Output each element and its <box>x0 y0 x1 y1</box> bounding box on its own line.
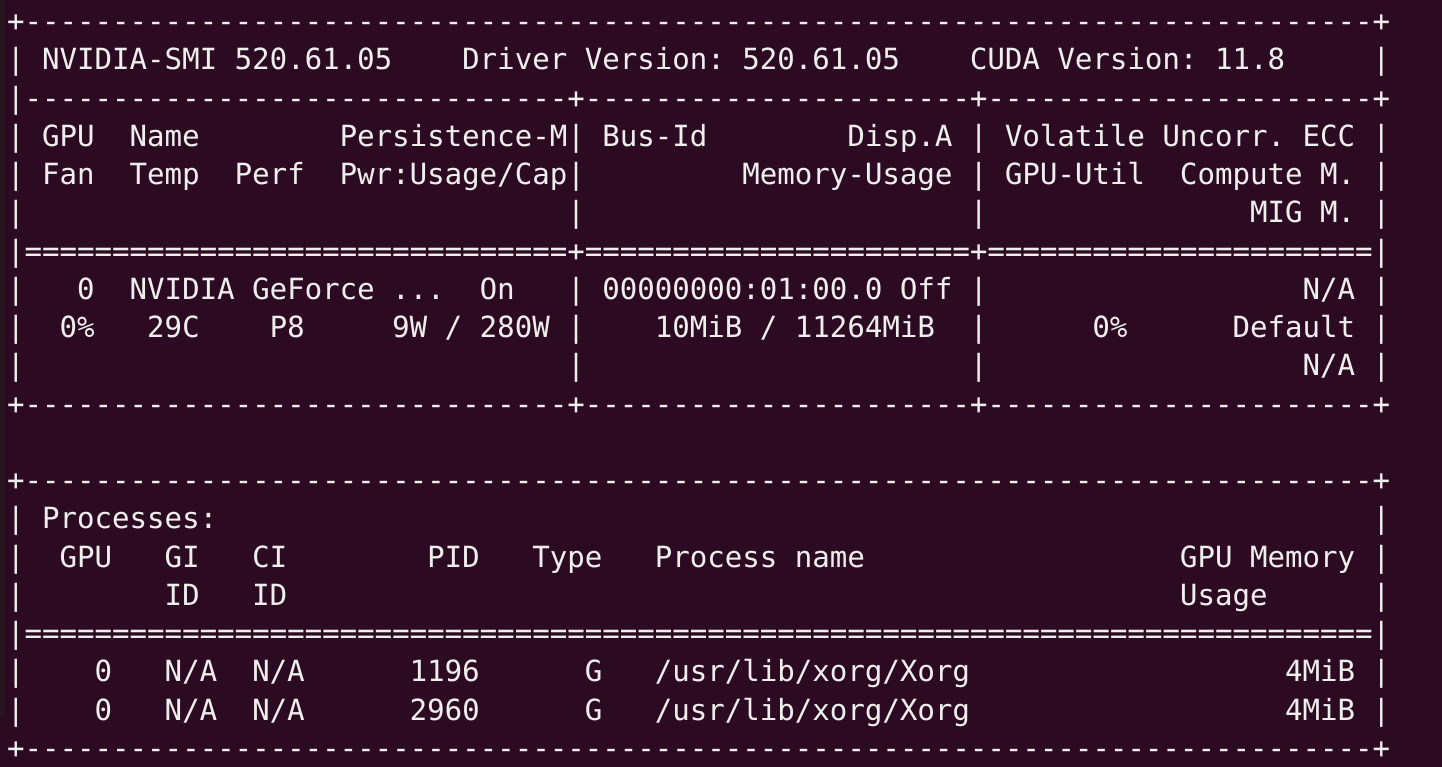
output-line-gpu-header-rule: |===============================+=======… <box>7 233 1391 268</box>
output-line-proc-header-2: | ID ID Usage | <box>7 577 1391 612</box>
table-row-gpu0-line-2: | 0% 29C P8 9W / 280W | 10MiB / 11264MiB… <box>7 310 1391 344</box>
table-row-gpu0-line-3: | | | N/A | <box>7 348 1391 383</box>
output-line-processes-title: | Processes: | <box>7 501 1391 536</box>
output-line-proc-header-1: | GPU GI CI PID Type Process name GPU Me… <box>7 539 1391 574</box>
output-line-versions: | NVIDIA-SMI 520.61.05 Driver Version: 5… <box>7 42 1391 77</box>
output-line-blank <box>7 423 1442 461</box>
table-row-process-1196: | 0 N/A N/A 1196 G /usr/lib/xorg/Xorg 4M… <box>7 654 1391 689</box>
terminal-screen[interactable]: +---------------------------------------… <box>5 0 1442 765</box>
output-line-gpu-bottom-border: +-------------------------------+-------… <box>7 386 1391 421</box>
output-line-gpu-header-3: | | | MIG M. | <box>7 195 1391 230</box>
output-line-gpu-header-1: | GPU Name Persistence-M| Bus-Id Disp.A … <box>7 118 1391 153</box>
terminal-window[interactable]: +---------------------------------------… <box>0 0 1442 765</box>
nvidia-smi-output: +---------------------------------------… <box>7 2 1442 767</box>
output-line-proc-top-border: +---------------------------------------… <box>7 463 1391 497</box>
output-line-top-border: +---------------------------------------… <box>7 4 1391 38</box>
table-row-gpu0-line-1: | 0 NVIDIA GeForce ... On | 00000000:01:… <box>7 271 1391 306</box>
output-line-gpu-header-2: | Fan Temp Perf Pwr:Usage/Cap| Memory-Us… <box>7 157 1391 191</box>
output-line-proc-bottom-border: +---------------------------------------… <box>7 730 1391 765</box>
table-row-process-2960: | 0 N/A N/A 2960 G /usr/lib/xorg/Xorg 4M… <box>7 692 1391 727</box>
output-line-proc-header-rule: |=======================================… <box>7 616 1391 650</box>
output-line-divider-1: |-------------------------------+-------… <box>7 80 1391 115</box>
